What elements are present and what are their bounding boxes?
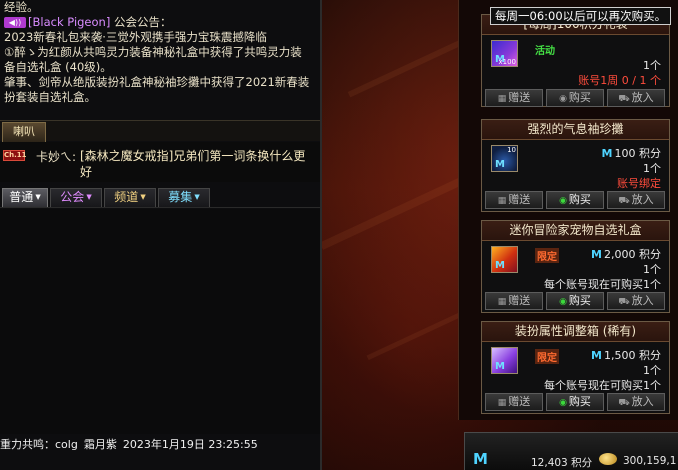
points-balance: 12,403 积分	[531, 457, 593, 469]
gift-icon: ▦	[497, 94, 507, 104]
buy-button[interactable]: ◉ 购买	[546, 292, 604, 310]
shop-item-card: [每周]100积分礼袋 M x100 活动 1个 账号1周 0 / 1 个 ▦赠…	[481, 14, 670, 107]
timestamp: 2023年1月19日 23:25:55	[122, 438, 258, 451]
item-title: 强烈的气息袖珍攤	[482, 120, 669, 140]
chat-line: 2023新春礼包来袭·三觉外观携手强力宝珠震撼降临	[4, 30, 267, 44]
chevron-down-icon: ▼	[35, 193, 41, 201]
add-to-cart-button[interactable]: ⛟ 放入	[607, 89, 665, 107]
currency-bar: M 12,403 积分 300,159,1	[464, 432, 678, 470]
purchase-tooltip: 每周一06:00以后可以再次购买。	[490, 7, 672, 25]
chat-line: 经验。	[4, 0, 39, 14]
level-badge: Ch.11	[3, 150, 27, 161]
points-icon: M	[473, 450, 488, 468]
chat-panel: 经验。 ◀)) [Black Pigeon] 公会公告： 2023新春礼包来袭·三…	[0, 0, 320, 470]
tab-guild[interactable]: 公会 ▼	[50, 188, 102, 207]
add-to-cart-button[interactable]: ⛟ 放入	[607, 393, 665, 411]
horn-message-area: Ch.11 卡妙ㄟ: [森林之魔女戒指]兄弟们第一词条换什么更好	[0, 142, 320, 182]
item-price: M 2,000 积分	[591, 248, 661, 261]
item-quantity: 1个	[643, 162, 661, 175]
gold-balance: 300,159,1	[623, 455, 677, 467]
item-quantity: 1个	[643, 263, 661, 276]
chat-message-area: 经验。 ◀)) [Black Pigeon] 公会公告： 2023新春礼包来袭·三…	[0, 0, 320, 118]
chat-line: 备自选礼盒 (40级)。	[4, 60, 112, 74]
card-actions: ▦ 赠送 ◉ 购买 ⛟ 放入	[485, 89, 666, 107]
guild-notice-label: 公会公告：	[110, 15, 172, 29]
points-icon: M	[591, 248, 602, 261]
points-icon: M	[601, 147, 613, 160]
chat-body[interactable]	[0, 209, 320, 434]
cart-icon: ⛟	[618, 196, 630, 206]
card-actions: ▦ 赠送 ◉ 购买 ⛟ 放入	[485, 292, 666, 310]
cash-icon: ◉	[559, 297, 567, 307]
shop-item-card: 迷你冒险家宠物自选礼盒 M 限定 M 2,000 积分 1个 每个账号现在可购买1…	[481, 220, 670, 313]
item-price: M 100 积分	[601, 147, 661, 160]
resonance-line: 重力共鸣：colg 霜月紫 2023年1月19日 23:25:55	[0, 436, 264, 452]
buy-button[interactable]: ◉ 购买	[546, 89, 604, 107]
limited-tag: 限定	[535, 248, 559, 263]
gold-coin-icon	[599, 453, 617, 465]
cash-icon: ◉	[559, 398, 567, 408]
cube-icon[interactable]: M	[491, 347, 518, 374]
resonance-label: 重力共鸣：colg	[0, 438, 78, 451]
horn-tab-bar: 喇叭	[0, 120, 320, 142]
cart-icon: ⛟	[618, 398, 630, 408]
chat-line: 扮套装自选礼盒。	[4, 90, 96, 104]
chest-icon[interactable]: M	[491, 246, 518, 273]
points-icon: M	[591, 349, 602, 362]
gift-icon: ▦	[497, 398, 507, 408]
item-price: M 1,500 积分	[591, 349, 661, 362]
item-quantity: 1个	[643, 364, 661, 377]
cash-icon: ◉	[559, 196, 567, 206]
gift-button[interactable]: ▦ 赠送	[485, 89, 543, 107]
points-icon: M	[495, 361, 505, 372]
buy-button[interactable]: ◉ 购买	[546, 393, 604, 411]
item-quantity: 1个	[643, 59, 661, 72]
chat-channel-tabs: 普通 ▼ 公会 ▼ 频道 ▼ 募集 ▼	[0, 186, 320, 208]
shop-item-card: 强烈的气息袖珍攤 M 10 M 100 积分 1个 账号绑定 ▦ 赠送 ◉ 购买 ⛟ 放…	[481, 119, 670, 212]
purchase-limit: 账号1周 0 / 1 个	[578, 74, 661, 87]
gift-button[interactable]: ▦ 赠送	[485, 292, 543, 310]
tab-channel[interactable]: 频道 ▼	[104, 188, 156, 207]
fan-icon[interactable]: M 10	[491, 145, 518, 172]
gift-button[interactable]: ▦ 赠送	[485, 393, 543, 411]
horn-message: [森林之魔女戒指]兄弟们第一词条换什么更好	[80, 149, 306, 179]
item-title: 装扮属性调整箱 (稀有)	[482, 322, 669, 342]
purchase-limit: 每个账号现在可购买1个	[544, 379, 661, 392]
purchase-limit: 每个账号现在可购买1个	[544, 278, 661, 291]
gift-icon: ▦	[497, 196, 507, 206]
tab-recruit[interactable]: 募集 ▼	[158, 188, 210, 207]
gift-icon: ▦	[497, 297, 507, 307]
add-to-cart-button[interactable]: ⛟ 放入	[607, 191, 665, 209]
add-to-cart-button[interactable]: ⛟ 放入	[607, 292, 665, 310]
points-icon: M	[495, 159, 505, 170]
limited-tag: 限定	[535, 349, 559, 364]
event-tag: 活动	[535, 46, 555, 57]
chevron-down-icon: ▼	[86, 193, 92, 201]
guild-notice-line: ◀)) [Black Pigeon] 公会公告：	[4, 15, 316, 30]
cart-icon: ⛟	[618, 94, 630, 104]
cart-icon: ⛟	[618, 297, 630, 307]
tab-horn[interactable]: 喇叭	[2, 122, 46, 142]
gift-bag-icon[interactable]: M x100	[491, 40, 518, 67]
shop-item-card: 装扮属性调整箱 (稀有) M 限定 M 1,500 积分 1个 每个账号现在可购买…	[481, 321, 670, 414]
character-name: 霜月紫	[83, 438, 117, 451]
chevron-down-icon: ▼	[140, 193, 146, 201]
points-icon: M	[495, 260, 505, 271]
horn-username[interactable]: 卡妙ㄟ:	[36, 148, 76, 165]
bind-note: 账号绑定	[617, 177, 661, 190]
tab-normal[interactable]: 普通 ▼	[2, 188, 48, 207]
guild-badge: ◀))	[4, 17, 26, 28]
icon-count: x100	[498, 58, 516, 66]
chat-line: 肇事、剑帝从绝版装扮礼盒神秘袖珍攤中获得了2021新春装	[4, 75, 310, 89]
chevron-down-icon: ▼	[194, 193, 200, 201]
card-actions: ▦ 赠送 ◉ 购买 ⛟ 放入	[485, 191, 666, 209]
cash-icon: ◉	[559, 94, 567, 104]
guild-name: [Black Pigeon]	[28, 15, 111, 29]
card-actions: ▦ 赠送 ◉ 购买 ⛟ 放入	[485, 393, 666, 411]
icon-count: 10	[507, 146, 516, 154]
item-title: 迷你冒险家宠物自选礼盒	[482, 221, 669, 241]
chat-line: ①醉ゝ为红颜从共鸣灵力装备神秘礼盒中获得了共鸣灵力装	[4, 45, 302, 59]
buy-button[interactable]: ◉ 购买	[546, 191, 604, 209]
gift-button[interactable]: ▦ 赠送	[485, 191, 543, 209]
